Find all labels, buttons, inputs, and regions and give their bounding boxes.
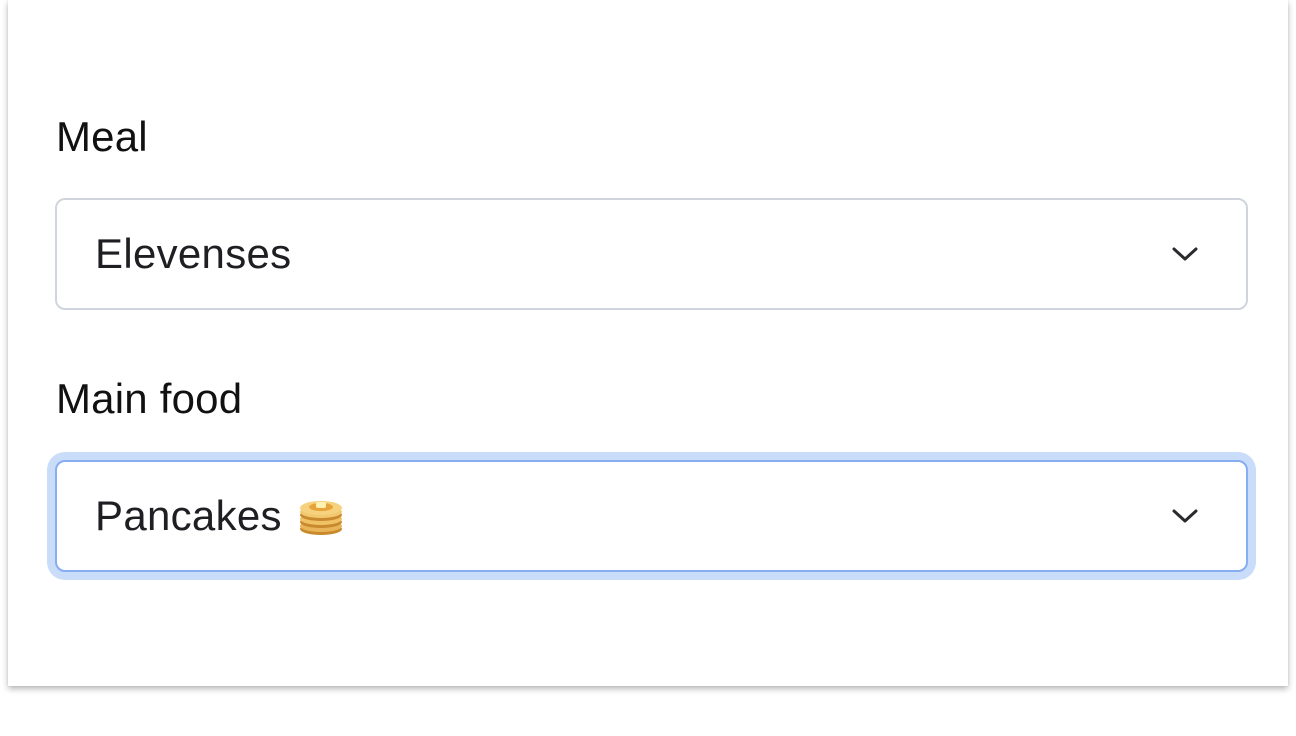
form-card: Meal Elevenses Main food Pancakes [8,0,1288,686]
meal-label: Meal [56,113,148,160]
main-food-value-text: Pancakes [95,492,282,539]
meal-select[interactable]: Elevenses [55,198,1248,310]
meal-value-text: Elevenses [95,230,292,277]
pancakes-icon [299,501,342,535]
main-food-label: Main food [56,375,243,422]
main-food-select[interactable]: Pancakes [55,460,1248,572]
chevron-down-icon [1172,509,1198,523]
meal-select-value: Elevenses [95,233,291,275]
main-food-select-value: Pancakes [95,495,344,537]
chevron-down-icon [1172,247,1198,261]
